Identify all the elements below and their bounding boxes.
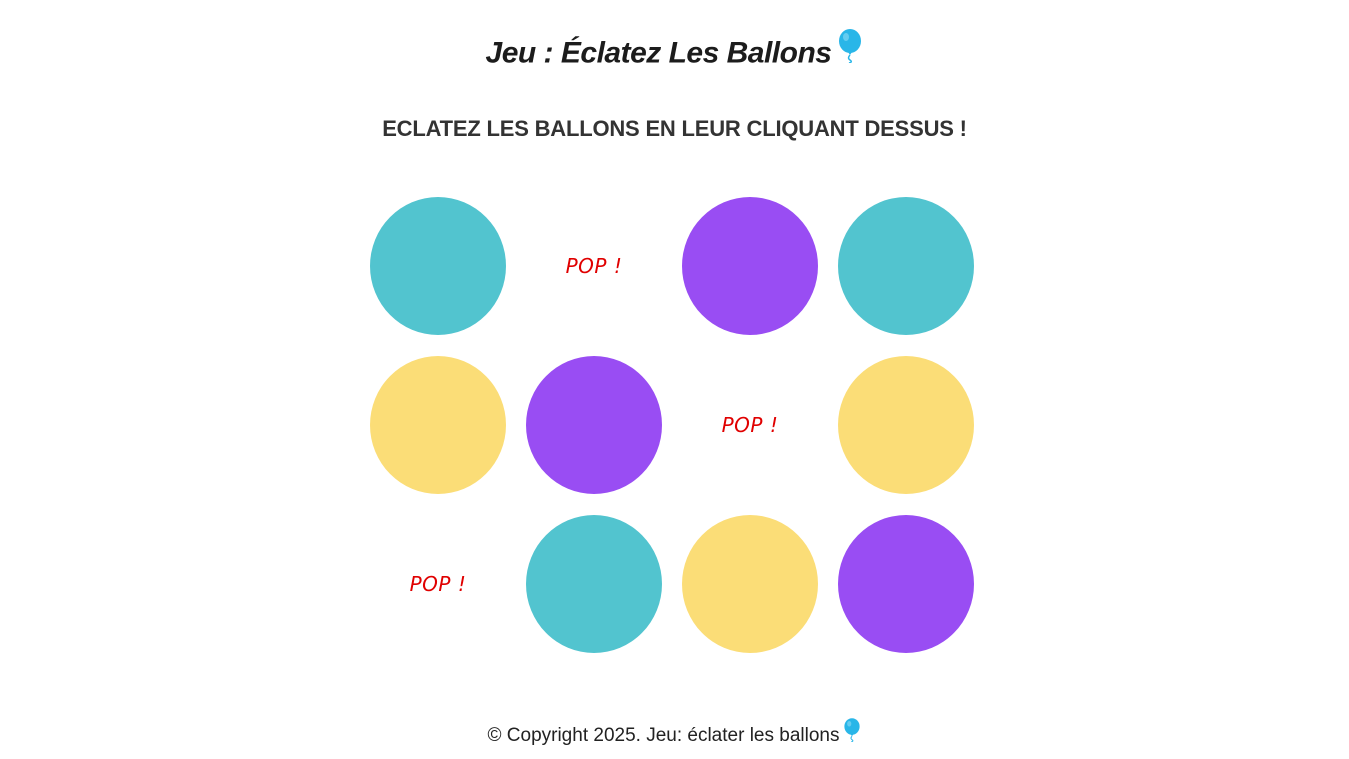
balloon-cell [526, 515, 662, 653]
balloon[interactable] [370, 197, 506, 335]
balloon-cell [370, 197, 506, 335]
page-title-text: Jeu : Éclatez Les Ballons [485, 36, 832, 70]
pop-label: POP ! [565, 254, 623, 278]
pop-label: POP ! [721, 413, 779, 437]
balloon[interactable] [526, 515, 662, 653]
balloon-cell [682, 197, 818, 335]
balloon[interactable] [838, 197, 974, 335]
balloon[interactable] [838, 515, 974, 653]
balloon[interactable] [682, 515, 818, 653]
balloon[interactable] [682, 197, 818, 335]
balloon-cell [838, 356, 974, 494]
balloon[interactable] [838, 356, 974, 494]
game-instructions: ECLATEZ LES BALLONS EN LEUR CLIQUANT DES… [382, 116, 967, 141]
balloon-cell: POP ! [370, 515, 506, 653]
balloon-icon [837, 29, 863, 74]
balloon-cell [526, 356, 662, 494]
pop-label: POP ! [409, 572, 467, 596]
balloon[interactable] [526, 356, 662, 494]
balloon-cell [370, 356, 506, 494]
footer: © Copyright 2025. Jeu: éclater les ballo… [0, 718, 1349, 752]
balloon-cell: POP ! [526, 197, 662, 335]
balloon-icon [843, 718, 861, 750]
balloon-cell [682, 515, 818, 653]
balloon-cell [838, 197, 974, 335]
balloon[interactable] [370, 356, 506, 494]
footer-copyright: © Copyright 2025. Jeu: éclater les ballo… [487, 725, 840, 747]
page-title: Jeu : Éclatez Les Ballons [0, 29, 1349, 77]
balloon-grid: POP ! POP ! POP ! [370, 197, 974, 653]
balloon-cell: POP ! [682, 356, 818, 494]
balloon-cell [838, 515, 974, 653]
